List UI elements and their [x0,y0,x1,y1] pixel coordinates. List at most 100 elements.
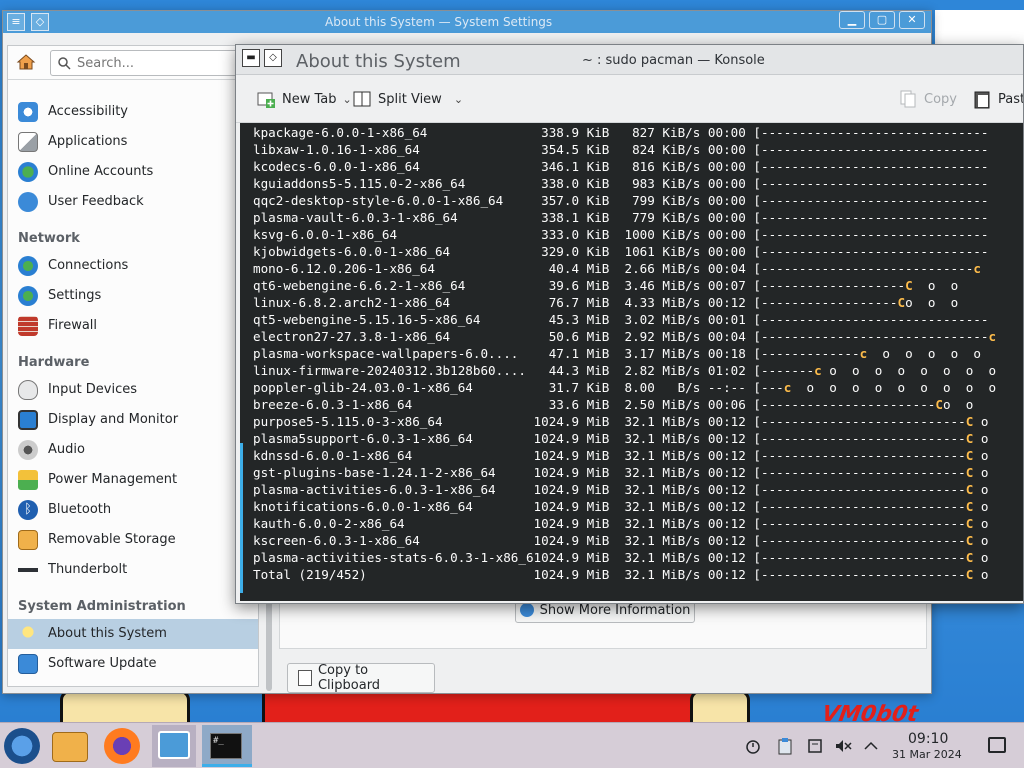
konsole-titlebar[interactable]: ▬ ◇ About this System ~ : sudo pacman — … [236,45,1023,75]
split-view-icon [353,91,371,107]
monitor-icon [18,410,38,430]
start-menu-icon[interactable] [4,728,40,764]
chevron-up-icon[interactable] [862,737,880,755]
terminal-line: kguiaddons5-5.115.0-2-x86_64 338.0 KiB 9… [253,176,989,191]
terminal-line: kauth-6.0.0-2-x86_64 1024.9 MiB 32.1 MiB… [253,516,989,531]
sidebar-item-online-accounts[interactable]: Online Accounts [8,157,258,187]
sidebar-item-user-feedback[interactable]: User Feedback [8,187,258,217]
sidebar-item-connections[interactable]: Connections [8,251,258,281]
alarm-icon[interactable] [744,737,762,755]
clipboard-tray-icon[interactable] [776,737,794,755]
keep-above-icon[interactable]: ◇ [264,49,282,67]
terminal-app-icon[interactable]: ▬ [242,49,260,67]
close-button[interactable]: ✕ [899,11,925,29]
sidebar-item-power-management[interactable]: Power Management [8,465,258,495]
chevron-down-icon[interactable]: ⌄ [343,93,352,106]
sidebar-item-audio[interactable]: Audio [8,435,258,465]
copy-button[interactable]: Copy [898,87,957,111]
sidebar-item-removable-storage[interactable]: Removable Storage [8,525,258,555]
storage-icon[interactable] [806,737,824,755]
sidebar-item-software-update[interactable]: Software Update [8,649,258,679]
overlay-page-title: About this System [296,51,461,72]
terminal-line: poppler-glib-24.03.0-1-x86_64 31.7 KiB 8… [253,380,997,395]
sidebar-item-network-settings[interactable]: Settings [8,281,258,311]
terminal-line: kcodecs-6.0.0-1-x86_64 346.1 KiB 816 KiB… [253,159,989,174]
volume-muted-icon[interactable] [834,737,852,755]
sidebar-item-label: About this System [48,626,167,641]
pacman-progress-glyph: C [965,448,974,463]
split-view-label: Split View [378,91,442,107]
sidebar-item-display-monitor[interactable]: Display and Monitor [8,405,258,435]
sidebar-item-label: Audio [48,442,85,457]
pacman-progress-glyph: C [905,278,913,293]
sidebar-item-label: Settings [48,288,102,303]
sidebar-item-input-devices[interactable]: Input Devices [8,375,258,405]
search-input[interactable] [77,54,247,72]
pacman-progress-glyph: c [859,346,868,361]
terminal-output[interactable]: kpackage-6.0.0-1-x86_64 338.9 KiB 827 Ki… [240,123,1023,601]
terminal-marker [240,443,243,593]
terminal-line: kpackage-6.0.0-1-x86_64 338.9 KiB 827 Ki… [253,125,989,140]
sidebar-item-label: Bluetooth [48,502,112,517]
copy-label: Copy [924,91,957,107]
sidebar-item-label: Input Devices [48,382,138,397]
pacman-progress-glyph: c [783,380,792,395]
terminal-line: kscreen-6.0.3-1-x86_64 1024.9 MiB 32.1 M… [253,533,989,548]
lightbulb-icon [18,624,38,644]
sidebar-item-about-system[interactable]: About this System [8,619,258,649]
sidebar-item-firewall[interactable]: Firewall [8,311,258,341]
chevron-down-icon[interactable]: ⌄ [454,93,463,106]
terminal-line: plasma-activities-stats-6.0.3-1-x86_6102… [253,550,989,565]
show-desktop-icon[interactable] [988,737,1006,753]
sidebar-item-applications[interactable]: Applications [8,127,258,157]
new-tab-label: New Tab [282,91,337,107]
feedback-icon [18,192,38,212]
new-tab-button[interactable]: New Tab ⌄ [256,87,352,111]
file-manager-icon[interactable] [52,732,88,762]
terminal-line: plasma-activities-6.0.3-1-x86_64 1024.9 … [253,482,989,497]
clock-date[interactable]: 31 Mar 2024 [892,748,962,761]
sidebar-item-label: Software Update [48,656,157,671]
konsole-task[interactable]: #_ [202,725,252,767]
paste-button[interactable]: Paste [972,87,1023,111]
split-view-button[interactable]: Split View ⌄ [352,87,463,111]
terminal-line: Total (219/452) 1024.9 MiB 32.1 MiB/s 00… [253,567,989,582]
terminal-line: breeze-6.0.3-1-x86_64 33.6 MiB 2.50 MiB/… [253,397,974,412]
search-field[interactable] [50,50,250,76]
taskbar: #_ 09:10 31 Mar 2024 [0,722,1024,768]
pacman-progress-glyph: c [988,329,997,344]
app-menu-icon[interactable]: ≡ [7,13,25,31]
sidebar-item-label: Removable Storage [48,532,176,547]
sidebar-item-bluetooth[interactable]: ᛒ Bluetooth [8,495,258,525]
sidebar-item-accessibility[interactable]: Accessibility [8,97,258,127]
globe-icon [18,162,38,182]
section-network: Network [18,231,80,246]
settings-titlebar[interactable]: ≡ ◇ About this System — System Settings … [3,11,931,33]
thunderbolt-icon [18,560,38,580]
pacman-progress-glyph: C [965,567,974,582]
konsole-task-icon: #_ [210,733,242,759]
firefox-icon[interactable] [104,728,140,764]
software-update-icon [18,654,38,674]
terminal-line: knotifications-6.0.0-1-x86_64 1024.9 MiB… [253,499,989,514]
clock-time[interactable]: 09:10 [908,731,948,747]
copy-to-clipboard-button[interactable]: Copy to Clipboard [287,663,435,693]
pacman-progress-glyph: C [965,516,974,531]
terminal-line: libxaw-1.0.16-1-x86_64 354.5 KiB 824 KiB… [253,142,989,157]
sidebar-item-label: Display and Monitor [48,412,179,427]
terminal-line: qt6-webengine-6.6.2-1-x86_64 39.6 MiB 3.… [253,278,959,293]
terminal-line: electron27-27.3.8-1-x86_64 50.6 MiB 2.92… [253,329,997,344]
pacman-progress-glyph: c [814,363,822,378]
sidebar-item-label: Firewall [48,318,98,333]
konsole-window-title: ~ : sudo pacman — Konsole [582,53,765,68]
minimize-button[interactable]: ▁ [839,11,865,29]
sidebar-item-thunderbolt[interactable]: Thunderbolt [8,555,258,585]
terminal-line: plasma-vault-6.0.3-1-x86_64 338.1 KiB 77… [253,210,989,225]
accessibility-icon [18,102,38,122]
maximize-button[interactable]: ▢ [869,11,895,29]
system-settings-task[interactable] [152,725,196,767]
keep-above-icon[interactable]: ◇ [31,13,49,31]
sidebar-item-label: Accessibility [48,104,128,119]
pacman-progress-glyph: C [965,499,974,514]
home-icon[interactable] [16,52,36,72]
